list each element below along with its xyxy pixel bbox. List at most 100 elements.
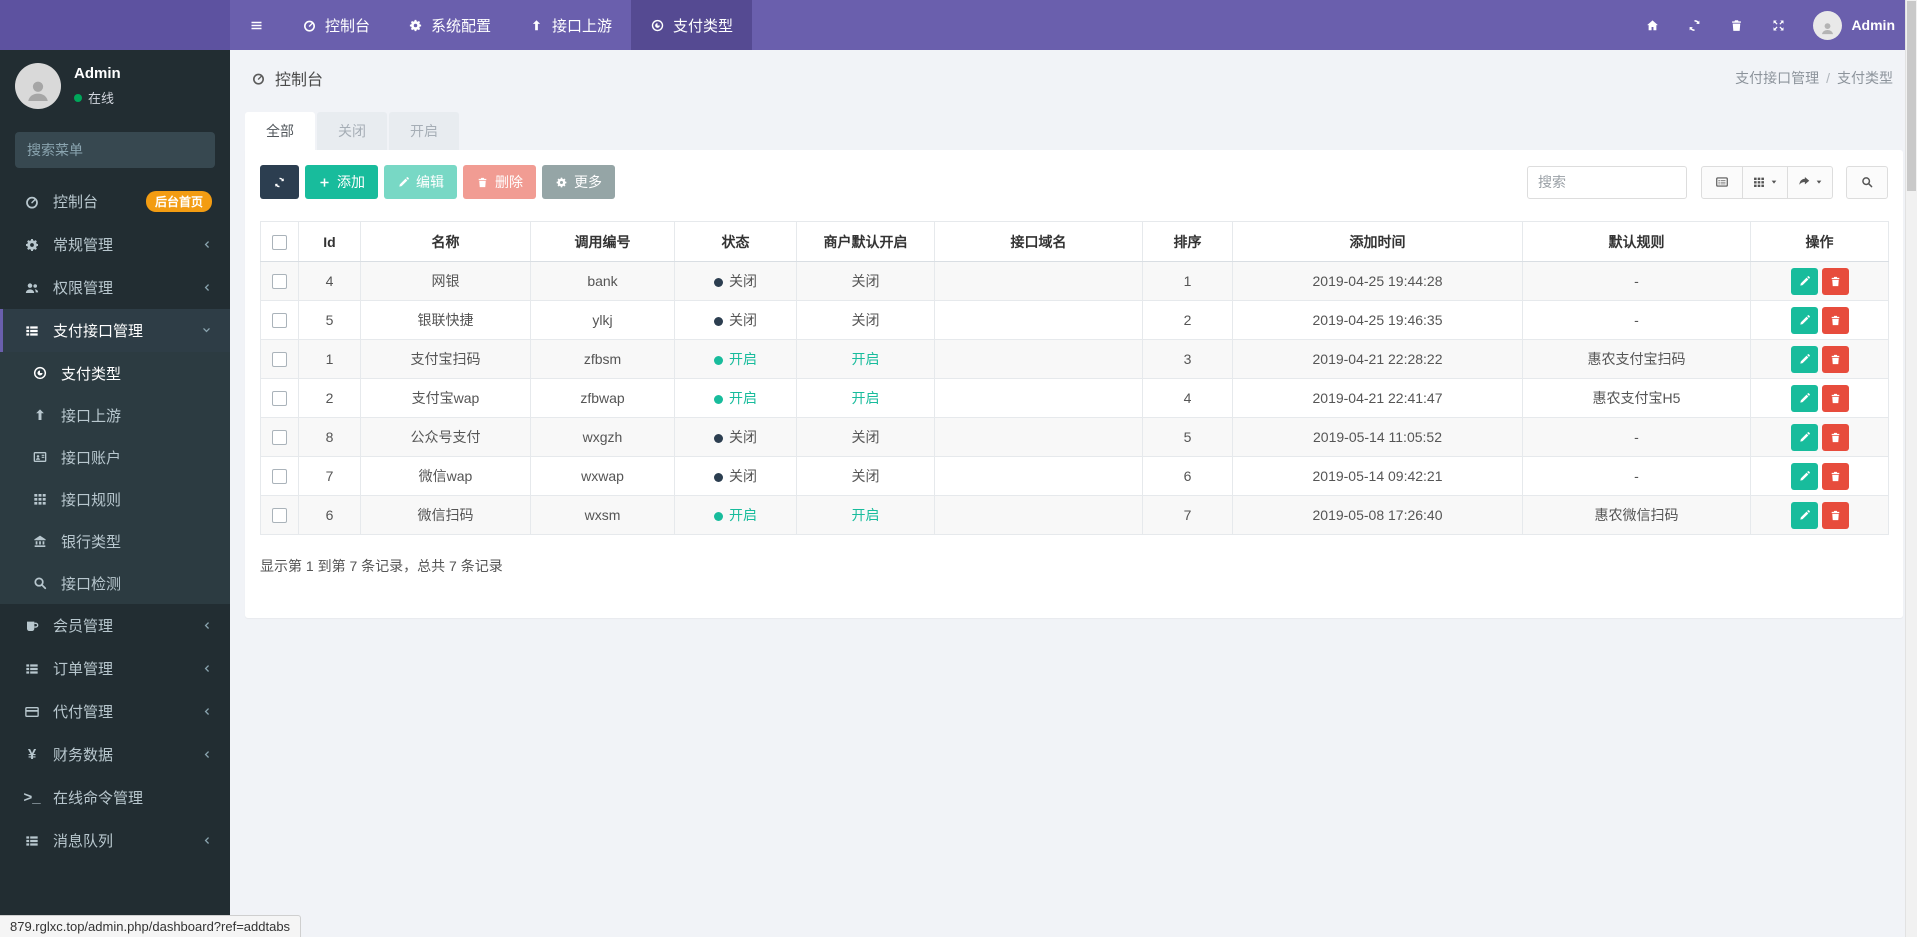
sidebar-item-代付管理: 代付管理 (0, 690, 230, 733)
page-scrollbar[interactable] (1905, 0, 1917, 937)
sidebar-item-label: 消息队列 (53, 833, 114, 850)
status-dot-icon (714, 473, 723, 482)
tab-全部[interactable]: 全部 (245, 112, 315, 150)
row-edit-button[interactable] (1790, 267, 1818, 295)
sidebar-item-row[interactable]: ¥ 财务数据 (0, 733, 230, 776)
tab-关闭[interactable]: 关闭 (317, 112, 387, 150)
sidebar-item-row[interactable]: 会员管理 (0, 604, 230, 647)
cell-id: 2 (298, 378, 361, 418)
nav-item-支付类型[interactable]: 支付类型 (631, 0, 753, 50)
sidebar-item-row[interactable]: 代付管理 (0, 690, 230, 733)
sidebar-item-row[interactable]: 常规管理 (0, 223, 230, 266)
row-delete-button[interactable] (1821, 384, 1849, 412)
sidebar-item-row[interactable]: 权限管理 (0, 266, 230, 309)
chevron-left-icon (201, 620, 212, 631)
trash-icon (476, 176, 489, 189)
cell-name: 微信wap (360, 456, 531, 496)
sidebar-subitem-label: 接口检测 (61, 575, 122, 593)
user-menu[interactable]: Admin (1799, 10, 1901, 40)
cell-status: 关闭 (674, 456, 797, 496)
sidebar-username: Admin (74, 65, 121, 82)
sidebar-item-row[interactable]: 消息队列 (0, 819, 230, 862)
table-row: 7 微信wap wxwap 关闭 关闭 6 2019-05-14 09:42:21- (260, 456, 1889, 496)
cell-name: 银联快捷 (360, 300, 531, 340)
more-button[interactable]: 更多 (542, 165, 615, 199)
sidebar-search-input[interactable] (15, 132, 215, 168)
row-edit-button[interactable] (1790, 462, 1818, 490)
table-search-input[interactable] (1527, 165, 1687, 199)
row-checkbox[interactable] (272, 391, 287, 407)
nav-item-接口上游[interactable]: 接口上游 (510, 0, 631, 50)
cell-time: 2019-04-21 22:28:22 (1232, 339, 1523, 379)
term-icon: >_ (23, 789, 41, 806)
add-button[interactable]: 添加 (305, 165, 378, 199)
trash-icon (1829, 431, 1842, 444)
row-delete-button[interactable] (1821, 462, 1849, 490)
row-delete-button[interactable] (1821, 423, 1849, 451)
sidebar-subitem-row[interactable]: 接口规则 (0, 478, 230, 520)
breadcrumb-item[interactable]: 支付接口管理 (1735, 70, 1819, 86)
expand-nav-button[interactable] (1757, 0, 1799, 50)
row-delete-button[interactable] (1821, 306, 1849, 334)
sidebar-toggle[interactable] (230, 0, 283, 50)
tab-开启[interactable]: 开启 (389, 112, 459, 150)
cell-code: ylkj (530, 300, 675, 340)
search-button[interactable] (1846, 165, 1888, 199)
refresh-nav-button[interactable] (1673, 0, 1715, 50)
row-checkbox[interactable] (272, 430, 287, 446)
sidebar-menu: 控制台 后台首页 常规管理权限管理支付接口管理 支付类型 接口上游 接口账户 接口规则 银行类… (0, 180, 230, 862)
sidebar-subitem-row[interactable]: 支付类型 (0, 352, 230, 394)
status-dot-icon (714, 512, 723, 521)
chevl-icon (201, 835, 212, 846)
detail-view-button[interactable] (1701, 165, 1743, 199)
person-icon (1819, 20, 1836, 37)
export-button[interactable] (1787, 165, 1833, 199)
nav-item-系统配置[interactable]: 系统配置 (389, 0, 510, 50)
row-checkbox[interactable] (272, 469, 287, 485)
cell-actions (1750, 339, 1889, 379)
sidebar-item-row[interactable]: 支付接口管理 (0, 309, 230, 352)
sidebar-item-常规管理: 常规管理 (0, 223, 230, 266)
edit-button[interactable]: 编辑 (384, 165, 457, 199)
sidebar-subitem-接口账户: 接口账户 (0, 436, 230, 478)
delete-button[interactable]: 删除 (463, 165, 536, 199)
sidebar-item-row[interactable]: 控制台 后台首页 (0, 180, 230, 223)
sidebar-subitem-row[interactable]: 接口检测 (0, 562, 230, 604)
sidebar-subitem-row[interactable]: 银行类型 (0, 520, 230, 562)
row-checkbox[interactable] (272, 274, 287, 290)
sidebar-subitem-row[interactable]: 接口上游 (0, 394, 230, 436)
row-checkbox[interactable] (272, 352, 287, 368)
refresh-button[interactable] (260, 165, 299, 199)
row-checkbox[interactable] (272, 313, 287, 329)
row-checkbox[interactable] (272, 508, 287, 524)
cell-checkbox (260, 378, 299, 418)
trash-nav-button[interactable] (1715, 0, 1757, 50)
row-edit-button[interactable] (1790, 501, 1818, 529)
row-edit-button[interactable] (1790, 423, 1818, 451)
cell-merchant-default: 开启 (796, 495, 935, 535)
nav-item-控制台[interactable]: 控制台 (283, 0, 389, 50)
row-edit-button[interactable] (1790, 384, 1818, 412)
row-edit-button[interactable] (1790, 345, 1818, 373)
cell-sort: 6 (1142, 456, 1233, 496)
scrollbar-thumb[interactable] (1907, 1, 1916, 191)
sidebar: Admin 在线 控制台 后台首页常规管理权限管理支付接口管理支付类型接口上游接口… (0, 50, 230, 937)
row-delete-button[interactable] (1821, 345, 1849, 373)
user-avatar (1813, 10, 1843, 40)
row-edit-button[interactable] (1790, 306, 1818, 334)
cell-sort: 2 (1142, 300, 1233, 340)
chevron-left-icon (201, 749, 212, 760)
breadcrumb-item[interactable]: 支付类型 (1837, 70, 1893, 86)
columns-button[interactable] (1742, 165, 1788, 199)
home-nav-button[interactable] (1631, 0, 1673, 50)
select-all-checkbox[interactable] (272, 234, 287, 250)
row-delete-button[interactable] (1821, 501, 1849, 529)
sidebar-subitem-row[interactable]: 接口账户 (0, 436, 230, 478)
row-delete-button[interactable] (1821, 267, 1849, 295)
sidebar-item-row[interactable]: 订单管理 (0, 647, 230, 690)
sidebar-item-row[interactable]: >_ 在线命令管理 (0, 776, 230, 819)
status-dot-icon (714, 395, 723, 404)
sidebar-item-label: 权限管理 (53, 280, 114, 297)
cell-time: 2019-04-25 19:46:35 (1232, 300, 1523, 340)
sidebar-item-label: 在线命令管理 (53, 790, 144, 807)
